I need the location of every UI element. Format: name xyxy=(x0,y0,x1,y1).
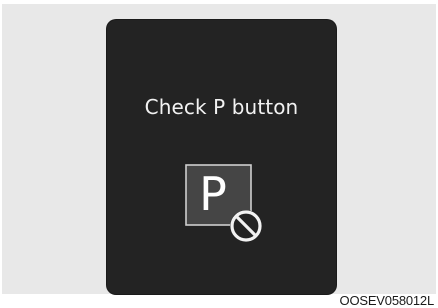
park-button-prohibited-icon: P xyxy=(185,164,277,260)
cluster-display: Check P button P xyxy=(107,20,336,294)
figure-reference-code: OOSEV058012L xyxy=(339,293,435,308)
park-letter: P xyxy=(199,167,227,221)
warning-message: Check P button xyxy=(144,95,299,119)
prohibited-icon xyxy=(230,210,262,242)
